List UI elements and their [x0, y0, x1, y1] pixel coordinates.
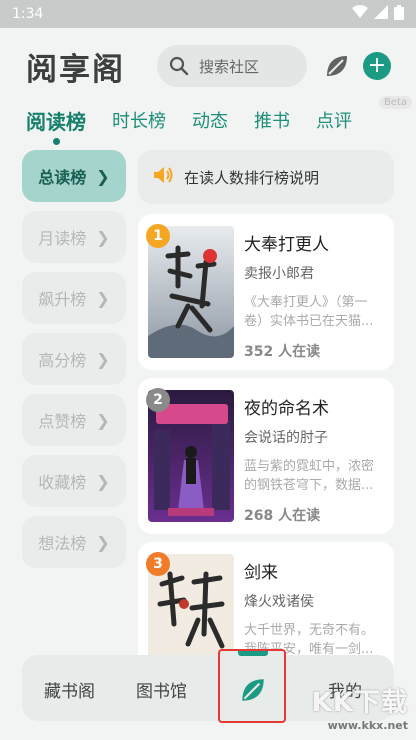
book-author: 会说话的肘子 — [244, 430, 328, 446]
rank-badge: 2 — [146, 388, 170, 412]
sidebar-item-thoughts[interactable]: 想法榜 ❯ — [22, 516, 126, 568]
nav-bookshelf[interactable]: 藏书阁 — [44, 677, 95, 702]
chevron-right-icon: ❯ — [96, 227, 110, 247]
sidebar-item-monthly[interactable]: 月读榜 ❯ — [22, 211, 126, 263]
chevron-right-icon: ❯ — [96, 349, 110, 369]
book-readers: 268 人在读 — [244, 508, 321, 524]
book-author: 卖报小郎君 — [244, 266, 314, 282]
search-placeholder: 搜索社区 — [199, 57, 260, 76]
chevron-right-icon: ❯ — [96, 166, 110, 186]
book-title: 剑来 — [244, 563, 278, 583]
nav-community[interactable] — [218, 649, 286, 723]
sidebar-item-label: 总读榜 — [38, 168, 87, 187]
header: 阅享阁 搜索社区 + — [0, 40, 416, 92]
plus-icon: + — [367, 53, 387, 78]
watermark: KK下载 www.kkx.net — [300, 682, 416, 740]
status-time: 1:34 — [12, 6, 44, 22]
tab-duration-rank[interactable]: 时长榜 — [112, 107, 166, 133]
sidebar-item-label: 收藏榜 — [38, 473, 87, 492]
book-description: 《大奉打更人》（第一卷）实体书已在天猫... — [244, 295, 374, 329]
watermark-url: www.kkx.net — [327, 719, 408, 732]
wifi-icon — [352, 5, 368, 23]
book-description: 蓝与紫的霓虹中，浓密的钢铁苍穹下，数据... — [244, 459, 375, 493]
tab-reviews[interactable]: 点评 — [316, 107, 352, 133]
book-title: 大奉打更人 — [244, 235, 329, 255]
app-title: 阅享阁 — [26, 51, 125, 88]
book-author: 烽火戏诸侯 — [244, 594, 314, 610]
notice-text: 在读人数排行榜说明 — [184, 168, 320, 187]
sidebar-item-total[interactable]: 总读榜 ❯ — [22, 150, 126, 202]
sidebar-item-top-rated[interactable]: 高分榜 ❯ — [22, 333, 126, 385]
tab-reading-rank[interactable]: 阅读榜 — [26, 106, 86, 145]
watermark-logo: KK下载 — [311, 688, 408, 718]
rank-badge: 1 — [146, 224, 170, 248]
chevron-right-icon: ❯ — [96, 410, 110, 430]
active-indicator — [238, 651, 268, 656]
sidebar-item-favorites[interactable]: 收藏榜 ❯ — [22, 455, 126, 507]
beta-badge: Beta — [378, 96, 412, 109]
sidebar-item-likes[interactable]: 点赞榜 ❯ — [22, 394, 126, 446]
rank-notice[interactable]: 在读人数排行榜说明 — [138, 150, 394, 204]
chevron-right-icon: ❯ — [96, 288, 110, 308]
search-input[interactable]: 搜索社区 — [157, 45, 307, 87]
nav-library[interactable]: 图书馆 — [136, 677, 187, 702]
book-readers: 352 人在读 — [244, 344, 321, 360]
sidebar-item-label: 点赞榜 — [38, 412, 87, 431]
sidebar-item-label: 想法榜 — [38, 534, 87, 553]
sidebar-item-label: 月读榜 — [38, 229, 87, 248]
rank-badge: 3 — [146, 552, 170, 576]
tab-recommend[interactable]: 推书 — [254, 107, 290, 133]
sidebar-item-label: 高分榜 — [38, 351, 87, 370]
signal-icon — [374, 5, 388, 23]
book-card[interactable]: 2 夜的命名术 会说话的肘子 蓝与紫的霓虹中，浓密的钢铁苍穹下，数据... 26… — [138, 378, 394, 534]
chevron-right-icon: ❯ — [96, 471, 110, 491]
tab-bar: 阅读榜 时长榜 动态 推书 点评 — [0, 100, 416, 145]
rank-sidebar: 总读榜 ❯ 月读榜 ❯ 飙升榜 ❯ 高分榜 ❯ 点赞榜 ❯ 收藏榜 ❯ 想法榜 … — [22, 150, 126, 577]
sidebar-item-rising[interactable]: 飙升榜 ❯ — [22, 272, 126, 324]
add-button[interactable]: + — [363, 52, 391, 80]
leaf-icon[interactable] — [323, 52, 351, 80]
tab-updates[interactable]: 动态 — [192, 107, 228, 133]
chevron-right-icon: ❯ — [96, 532, 110, 552]
sidebar-item-label: 飙升榜 — [38, 290, 87, 309]
search-icon — [169, 56, 189, 76]
battery-icon — [394, 4, 404, 24]
book-card[interactable]: 1 大奉打更人 卖报小郎君 《大奉打更人》（第一卷）实体书已在天猫... 352… — [138, 214, 394, 370]
status-bar: 1:34 — [0, 0, 416, 28]
speaker-icon — [152, 165, 174, 189]
book-title: 夜的命名术 — [244, 399, 329, 419]
leaf-icon — [238, 675, 268, 709]
